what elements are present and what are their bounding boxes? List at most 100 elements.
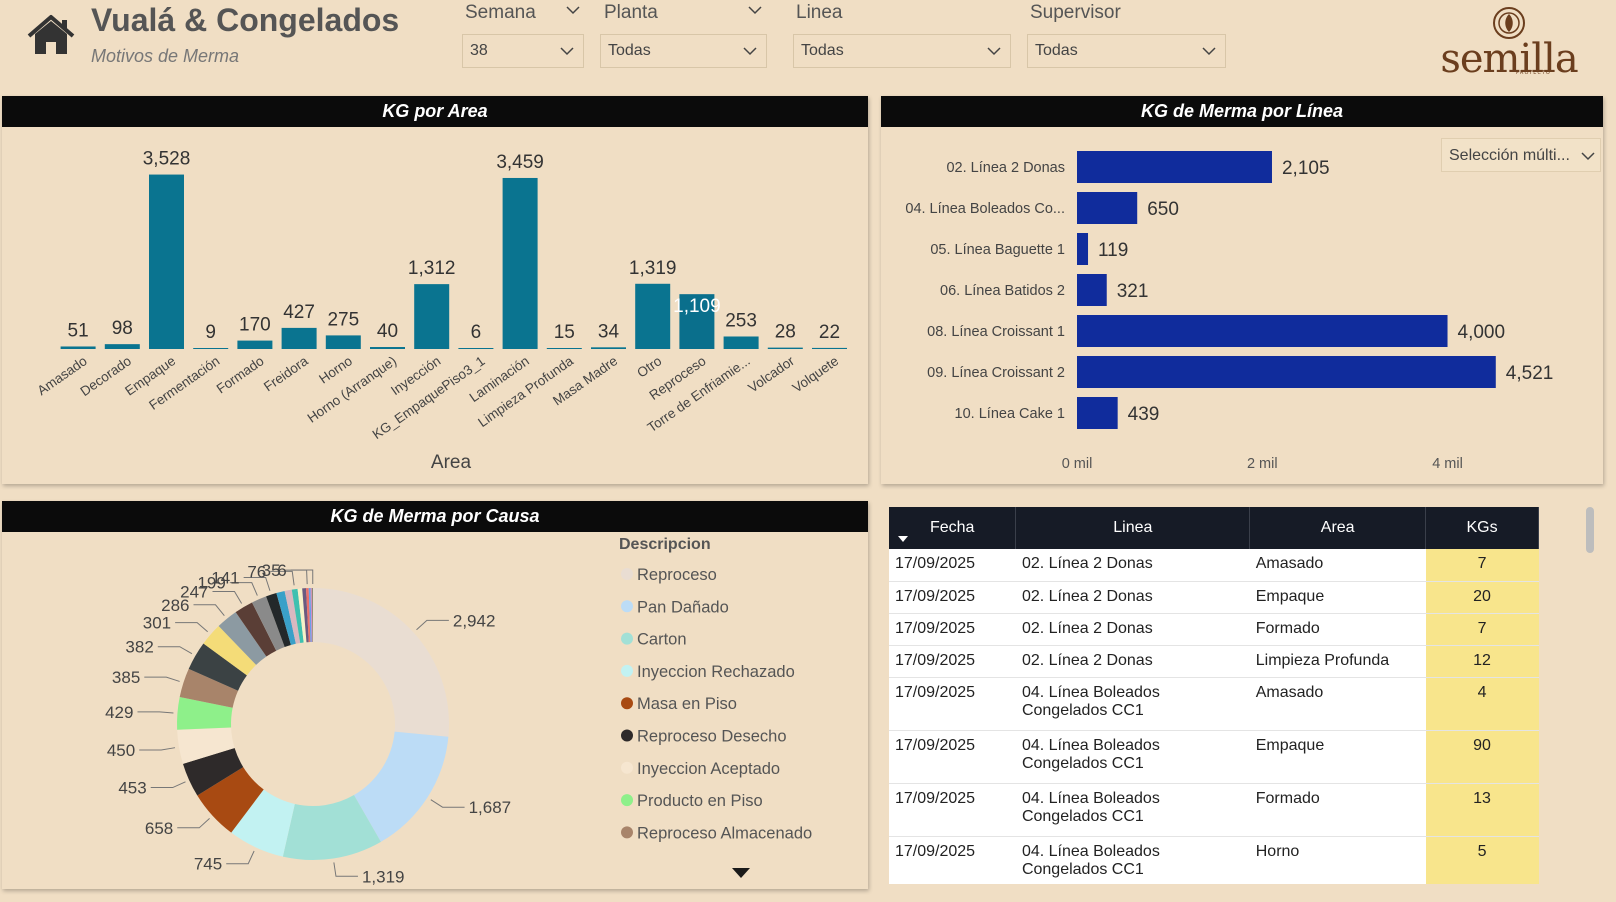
chevron-down-icon[interactable] xyxy=(565,4,581,16)
cell-kgs: 7 xyxy=(1425,613,1539,646)
area-bar[interactable] xyxy=(458,348,494,349)
donut-value-label: 658 xyxy=(145,819,173,838)
legend-swatch xyxy=(621,697,633,710)
area-bar[interactable] xyxy=(193,348,229,349)
area-bar-value-label: 1,312 xyxy=(408,258,456,279)
legend-swatch xyxy=(621,826,633,839)
area-bar[interactable] xyxy=(591,347,626,349)
line-bar[interactable] xyxy=(1077,356,1496,388)
chevron-down-icon xyxy=(1581,152,1595,161)
area-bar-value-label: 1,109 xyxy=(673,296,721,317)
table-row[interactable]: 17/09/2025 02. Línea 2 Donas Amasado 7 xyxy=(889,549,1539,582)
detail-table-container[interactable]: Fecha Linea Area KGs 17/09/2025 02. Línea… xyxy=(889,507,1581,884)
legend-item-label[interactable]: Pan Dañado xyxy=(637,598,729,616)
legend-item-label[interactable]: Inyeccion Rechazado xyxy=(637,663,795,681)
planta-dropdown[interactable]: Todas xyxy=(600,34,767,68)
area-bar[interactable] xyxy=(414,284,450,349)
area-category-label: Volcador xyxy=(745,353,797,396)
column-header-linea[interactable]: Linea xyxy=(1015,507,1251,549)
area-bar[interactable] xyxy=(370,347,405,349)
supervisor-dropdown[interactable]: Todas xyxy=(1027,34,1226,68)
area-bar-value-label: 170 xyxy=(239,315,271,336)
planta-value: Todas xyxy=(608,42,651,59)
donut-slice[interactable] xyxy=(313,588,449,737)
area-bar[interactable] xyxy=(502,177,538,349)
column-header-kgs[interactable]: KGs xyxy=(1425,507,1539,549)
legend-item-label[interactable]: Reproceso Almacenado xyxy=(637,824,812,842)
table-row[interactable]: 17/09/2025 02. Línea 2 Donas Empaque 20 xyxy=(889,581,1539,614)
area-bar[interactable] xyxy=(237,340,273,349)
table-row[interactable]: 17/09/2025 04. Línea Boleados Congelados … xyxy=(889,836,1539,884)
area-bar[interactable] xyxy=(325,335,361,349)
legend-item-label[interactable]: Masa en Piso xyxy=(637,695,737,713)
chevron-down-icon xyxy=(987,47,1001,56)
area-bar[interactable] xyxy=(635,283,671,349)
legend-swatch xyxy=(621,729,633,742)
line-x-tick-label: 2 mil xyxy=(1247,456,1278,472)
donut-leader-line xyxy=(430,799,465,808)
table-row[interactable]: 17/09/2025 04. Línea Boleados Congelados … xyxy=(889,783,1539,837)
table-scroll-thumb[interactable] xyxy=(1586,507,1594,553)
cell-linea: 02. Línea 2 Donas xyxy=(1015,581,1250,614)
line-bar-chart[interactable]: 02. Línea 2 Donas 2,105 04. Línea Boleados… xyxy=(881,127,1603,484)
cause-donut-chart[interactable]: 2,9421,6871,3197456584534504293853823012… xyxy=(2,532,868,889)
line-x-tick-label: 4 mil xyxy=(1432,456,1463,472)
home-icon[interactable] xyxy=(26,14,76,56)
logo-subtext: PROYECTO xyxy=(1516,70,1551,76)
area-category-label: Volquete xyxy=(790,353,842,395)
donut-value-label: 453 xyxy=(118,779,146,798)
legend-scroll-down-icon[interactable] xyxy=(730,866,752,880)
line-bar[interactable] xyxy=(1077,274,1107,306)
cell-kgs: 5 xyxy=(1425,836,1539,884)
legend-item-label[interactable]: Reproceso Desecho xyxy=(637,728,787,746)
cell-kgs: 4 xyxy=(1425,677,1539,731)
area-chart-panel: KG por Area 51 Amasado 98 Decorado 3,528 Empa… xyxy=(2,96,868,484)
line-bar[interactable] xyxy=(1077,233,1089,265)
chevron-down-icon[interactable] xyxy=(747,4,763,16)
semana-dropdown[interactable]: 38 xyxy=(462,34,584,68)
line-bar[interactable] xyxy=(1077,192,1138,224)
filter-label-linea: Linea xyxy=(796,2,843,23)
legend-item-label[interactable]: Reproceso xyxy=(637,566,717,584)
area-bar[interactable] xyxy=(812,347,847,349)
donut-value-label: 382 xyxy=(125,638,153,657)
line-bar[interactable] xyxy=(1077,151,1272,183)
area-bar-value-label: 9 xyxy=(205,322,216,343)
line-bar[interactable] xyxy=(1077,397,1118,429)
table-scrollbar[interactable] xyxy=(1585,507,1595,884)
area-bar-value-label: 253 xyxy=(725,310,757,331)
area-bar-chart[interactable]: 51Amasado98Decorado3,528Empaque9Fermenta… xyxy=(2,127,868,484)
linea-dropdown[interactable]: Todas xyxy=(793,34,1011,68)
linea-value: Todas xyxy=(801,42,844,59)
filter-label-supervisor: Supervisor xyxy=(1030,2,1121,23)
multi-select-dropdown[interactable]: Selección múlti... xyxy=(1441,138,1601,172)
legend-item-label[interactable]: Carton xyxy=(637,631,687,649)
column-header-area[interactable]: Area xyxy=(1249,507,1427,549)
area-bar[interactable] xyxy=(767,347,803,349)
cell-kgs: 90 xyxy=(1425,730,1539,784)
area-bar[interactable] xyxy=(149,174,184,349)
line-category-label: 02. Línea 2 Donas xyxy=(946,160,1065,176)
logo-emblem-icon xyxy=(1493,7,1525,39)
area-bar[interactable] xyxy=(60,346,96,349)
donut-leader-line xyxy=(157,646,193,655)
table-row[interactable]: 17/09/2025 04. Línea Boleados Congelados … xyxy=(889,677,1539,731)
line-bar[interactable] xyxy=(1077,315,1448,347)
column-header-fecha[interactable]: Fecha xyxy=(889,507,1017,549)
line-bar-value-label: 321 xyxy=(1117,281,1149,302)
donut-value-label: 301 xyxy=(143,614,171,633)
legend-item-label[interactable]: Producto en Piso xyxy=(637,792,763,810)
donut-leader-line xyxy=(226,850,255,865)
table-row[interactable]: 17/09/2025 02. Línea 2 Donas Formado 7 xyxy=(889,613,1539,646)
sort-descending-icon[interactable] xyxy=(897,535,909,543)
table-row[interactable]: 17/09/2025 02. Línea 2 Donas Limpieza Prof… xyxy=(889,645,1539,678)
legend-item-label[interactable]: Inyeccion Aceptado xyxy=(637,760,780,778)
area-bar[interactable] xyxy=(723,336,759,349)
cell-fecha: 17/09/2025 xyxy=(889,677,1016,731)
page-subtitle: Motivos de Merma xyxy=(91,46,240,66)
area-bar[interactable] xyxy=(281,327,317,349)
area-bar[interactable] xyxy=(104,344,140,349)
table-row[interactable]: 17/09/2025 04. Línea Boleados Congelados … xyxy=(889,730,1539,784)
semana-value: 38 xyxy=(470,42,488,59)
area-bar[interactable] xyxy=(546,348,582,349)
